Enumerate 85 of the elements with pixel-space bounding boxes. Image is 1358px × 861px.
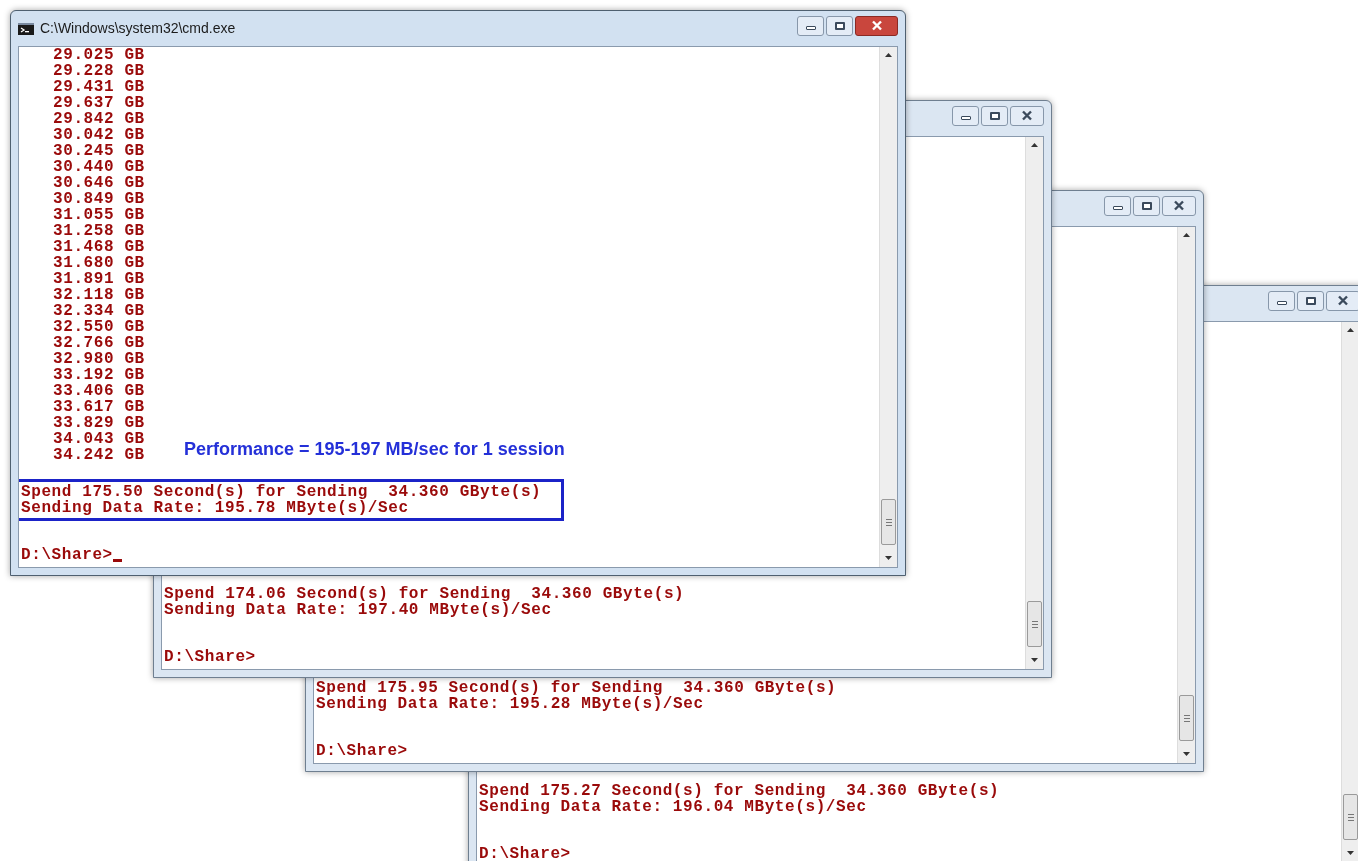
output-line: 31.891 GB: [53, 271, 145, 287]
close-icon: [1173, 200, 1185, 211]
scrollbar-thumb[interactable]: [1027, 601, 1042, 647]
result-line: Sending Data Rate: 196.04 MByte(s)/Sec: [479, 799, 868, 815]
output-line: 29.637 GB: [53, 95, 145, 111]
output-line: 32.334 GB: [53, 303, 145, 319]
result-line: Spend 175.95 Second(s) for Sending 34.360 GByte(s): [316, 680, 837, 696]
result-line: Sending Data Rate: 197.40 MByte(s)/Sec: [164, 602, 553, 618]
result-line: Spend 174.06 Second(s) for Sending 34.360 GByte(s): [164, 586, 685, 602]
close-button[interactable]: [1162, 195, 1196, 216]
grip-icon: [1183, 714, 1190, 722]
close-icon: [870, 20, 883, 31]
minimize-button[interactable]: [952, 105, 979, 126]
result-line: Spend 175.50 Second(s) for Sending 34.360 GByte(s): [21, 484, 542, 500]
output-line: 31.258 GB: [53, 223, 145, 239]
result-line: Sending Data Rate: 195.78 MByte(s)/Sec: [21, 500, 410, 516]
output-line: 29.228 GB: [53, 63, 145, 79]
close-icon: [1337, 295, 1349, 306]
output-line: 34.242 GB: [53, 447, 145, 463]
output-line: 32.118 GB: [53, 287, 145, 303]
output-line: 31.055 GB: [53, 207, 145, 223]
maximize-icon: [1305, 296, 1316, 305]
output-line: 30.245 GB: [53, 143, 145, 159]
close-icon: [1021, 110, 1033, 121]
maximize-button[interactable]: [826, 15, 853, 36]
output-line: 33.192 GB: [53, 367, 145, 383]
grip-icon: [885, 518, 892, 526]
minimize-button[interactable]: [797, 15, 824, 36]
scrollbar-thumb[interactable]: [1179, 695, 1194, 741]
output-line: 33.829 GB: [53, 415, 145, 431]
prompt-text: D:\Share>: [479, 846, 571, 861]
result-line: Spend 175.27 Second(s) for Sending 34.360 GByte(s): [479, 783, 1000, 799]
grip-icon: [1347, 813, 1354, 821]
prompt-text: D:\Share>: [164, 649, 256, 665]
command-prompt-icon: [18, 22, 34, 35]
scroll-down-icon[interactable]: [1183, 752, 1190, 756]
output-line: 30.646 GB: [53, 175, 145, 191]
minimize-button[interactable]: [1104, 195, 1131, 216]
scroll-down-icon[interactable]: [1031, 658, 1038, 662]
annotation-text: Performance = 195-197 MB/sec for 1 session: [184, 438, 565, 461]
minimize-icon: [805, 26, 816, 30]
grip-icon: [1031, 620, 1038, 628]
output-line: 34.043 GB: [53, 431, 145, 447]
maximize-icon: [834, 21, 845, 30]
output-line: 33.406 GB: [53, 383, 145, 399]
scroll-up-icon[interactable]: [1347, 328, 1354, 332]
scrollbar[interactable]: [1177, 227, 1195, 763]
scrollbar[interactable]: [1025, 137, 1043, 669]
prompt-text: D:\Share>: [316, 743, 408, 759]
scrollbar-thumb[interactable]: [881, 499, 896, 545]
minimize-icon: [1112, 206, 1123, 210]
output-line: 30.849 GB: [53, 191, 145, 207]
scrollbar-thumb[interactable]: [1343, 794, 1358, 840]
maximize-icon: [989, 111, 1000, 120]
minimize-icon: [960, 116, 971, 120]
output-line: 31.680 GB: [53, 255, 145, 271]
scroll-down-icon[interactable]: [885, 556, 892, 560]
minimize-icon: [1276, 301, 1287, 305]
window-title: C:\Windows\system32\cmd.exe: [40, 19, 236, 38]
output-line: 30.042 GB: [53, 127, 145, 143]
output-line: 33.617 GB: [53, 399, 145, 415]
output-line: 29.842 GB: [53, 111, 145, 127]
prompt-text: D:\Share>: [21, 547, 113, 563]
maximize-button[interactable]: [1297, 290, 1324, 311]
scroll-down-icon[interactable]: [1347, 851, 1354, 855]
maximize-icon: [1141, 201, 1152, 210]
output-line: 32.550 GB: [53, 319, 145, 335]
scrollbar[interactable]: [879, 47, 897, 567]
close-button[interactable]: [855, 15, 898, 36]
close-button[interactable]: [1010, 105, 1044, 126]
scroll-up-icon[interactable]: [1183, 233, 1190, 237]
result-line: Sending Data Rate: 195.28 MByte(s)/Sec: [316, 696, 705, 712]
close-button[interactable]: [1326, 290, 1358, 311]
maximize-button[interactable]: [1133, 195, 1160, 216]
output-line: 32.980 GB: [53, 351, 145, 367]
scrollbar[interactable]: [1341, 322, 1358, 861]
scroll-up-icon[interactable]: [1031, 143, 1038, 147]
output-line: 29.025 GB: [53, 47, 145, 63]
output-line: 32.766 GB: [53, 335, 145, 351]
output-line: 29.431 GB: [53, 79, 145, 95]
output-line: 30.440 GB: [53, 159, 145, 175]
output-line: 31.468 GB: [53, 239, 145, 255]
minimize-button[interactable]: [1268, 290, 1295, 311]
scroll-up-icon[interactable]: [885, 53, 892, 57]
maximize-button[interactable]: [981, 105, 1008, 126]
